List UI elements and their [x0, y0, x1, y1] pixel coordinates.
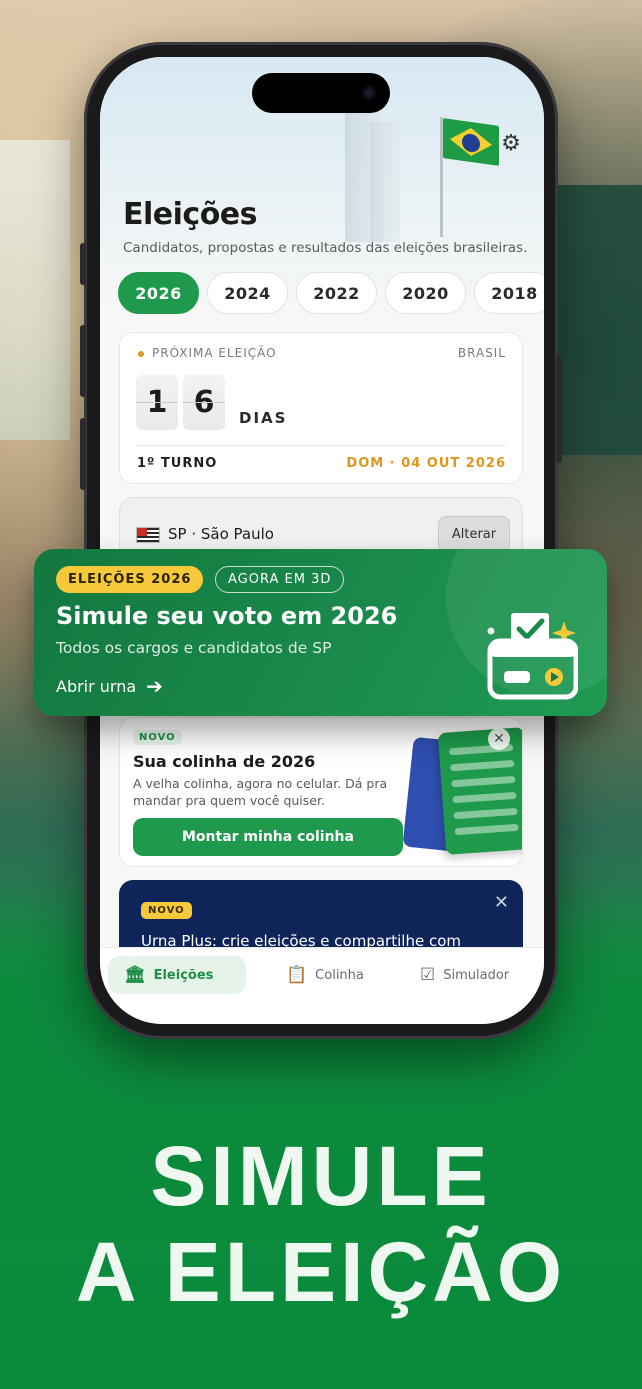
colinha-description: A velha colinha, agora no celular. Dá pr…	[133, 776, 388, 808]
year-chip-2018[interactable]: 2018	[474, 272, 544, 314]
3d-tag: AGORA EM 3D	[215, 566, 345, 593]
new-badge: NOVO	[141, 902, 192, 919]
phone-volume-down	[80, 418, 86, 490]
camera-icon	[362, 86, 376, 100]
open-urna-label: Abrir urna	[56, 676, 137, 696]
paper-line	[453, 807, 518, 820]
ballot-paper-illustration	[437, 727, 522, 855]
ballot-check-icon: ☑	[420, 964, 436, 985]
paper-line	[454, 823, 519, 836]
headline-line-2: A ELEIÇÃO	[75, 1225, 567, 1319]
close-icon[interactable]: ✕	[494, 892, 509, 913]
promo-headline: SIMULE A ELEIÇÃO	[0, 1128, 642, 1320]
phone-side-button	[80, 243, 86, 285]
ballot-box-icon	[487, 613, 578, 700]
new-badge: NOVO	[133, 730, 182, 745]
institution-icon: 🏛	[124, 964, 146, 985]
headline-line-1: SIMULE	[150, 1129, 492, 1223]
colinha-card: NOVO Sua colinha de 2026 A velha colinha…	[119, 717, 523, 867]
tab-eleicoes[interactable]: 🏛 Eleições	[108, 956, 246, 994]
simulate-vote-banner[interactable]: ELEIÇÕES 2026 AGORA EM 3D Simule seu vot…	[34, 549, 607, 716]
divider	[136, 445, 506, 446]
congress-building	[370, 122, 400, 242]
tab-simulador[interactable]: ☑ Simulador	[420, 956, 509, 994]
region-label: BRASIL	[457, 346, 506, 360]
paper-line	[450, 759, 515, 772]
countdown-digit: 1	[136, 375, 178, 430]
banner-subtitle: Todos os cargos e candidatos de SP	[56, 639, 332, 657]
open-urna-link[interactable]: Abrir urna ➔	[56, 674, 163, 698]
phone-power-button	[556, 355, 562, 463]
dynamic-island	[252, 73, 390, 113]
year-chip-2020[interactable]: 2020	[385, 272, 466, 314]
state-name: SP · São Paulo	[168, 525, 274, 543]
build-colinha-button[interactable]: Montar minha colinha	[133, 818, 403, 856]
tab-label: Colinha	[315, 967, 364, 983]
phone-screen: ⚙ Eleições Candidatos, propostas e resul…	[100, 57, 544, 1024]
phone-volume-up	[80, 325, 86, 397]
sp-flag-icon	[136, 527, 160, 543]
countdown-unit: DIAS	[239, 409, 288, 427]
change-state-button[interactable]: Alterar	[438, 516, 510, 552]
clipboard-icon: 📋	[286, 964, 308, 985]
paper-line	[451, 775, 516, 788]
year-chip-2026[interactable]: 2026	[118, 272, 199, 314]
year-chip-2024[interactable]: 2024	[207, 272, 288, 314]
election-date: DOM · 04 OUT 2026	[346, 456, 506, 471]
close-icon[interactable]: ✕	[488, 728, 510, 750]
bottom-tab-bar: 🏛 Eleições 📋 Colinha ☑ Simulador	[100, 947, 544, 1024]
page-subtitle: Candidatos, propostas e resultados das e…	[123, 240, 528, 256]
tab-label: Simulador	[443, 967, 510, 983]
gear-icon[interactable]: ⚙	[500, 133, 522, 155]
tab-colinha[interactable]: 📋 Colinha	[286, 956, 364, 994]
round-label: 1º TURNO	[137, 456, 218, 471]
year-selector: 2026 2024 2022 2020 2018	[118, 272, 544, 314]
background-chalkboard	[558, 185, 642, 455]
colinha-title: Sua colinha de 2026	[133, 752, 316, 771]
arrow-right-icon: ➔	[146, 674, 163, 698]
background-window	[0, 140, 70, 440]
elections-tag: ELEIÇÕES 2026	[56, 566, 204, 593]
status-dot	[138, 351, 144, 357]
banner-title: Simule seu voto em 2026	[56, 602, 398, 630]
paper-line	[452, 791, 517, 804]
year-chip-2022[interactable]: 2022	[296, 272, 377, 314]
next-election-card[interactable]: PRÓXIMA ELEIÇÃO BRASIL 1 6 DIAS 1º TURNO…	[119, 332, 523, 484]
next-election-label: PRÓXIMA ELEIÇÃO	[152, 346, 277, 360]
countdown-digit: 6	[183, 375, 225, 430]
tab-label: Eleições	[153, 967, 214, 983]
page-title: Eleições	[123, 197, 258, 232]
